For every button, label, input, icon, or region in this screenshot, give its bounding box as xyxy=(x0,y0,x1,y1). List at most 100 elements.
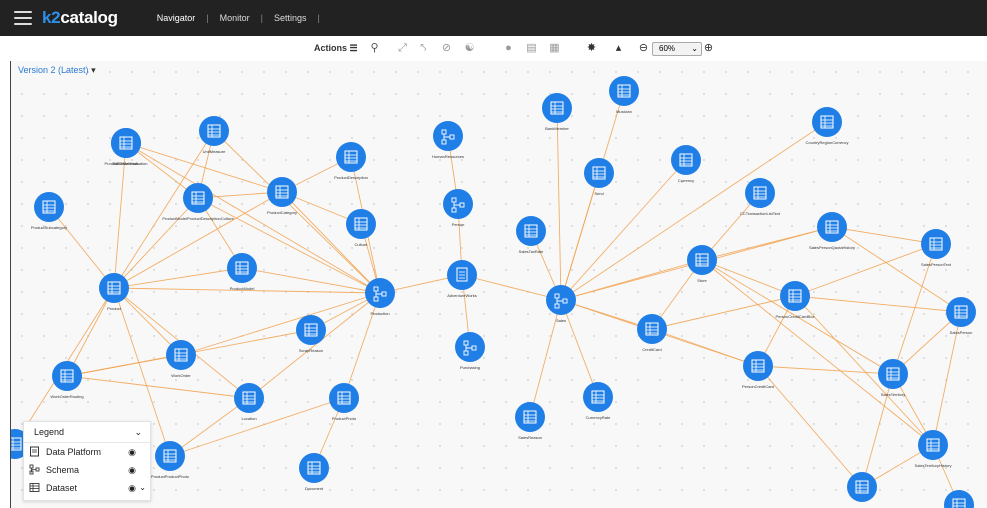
schema-node-circle[interactable] xyxy=(455,332,485,362)
graph-node-currency[interactable]: Currency xyxy=(671,145,701,183)
graph-node-send[interactable]: Send xyxy=(584,158,614,196)
dataset-node-circle[interactable] xyxy=(267,177,297,207)
schema-node-circle[interactable] xyxy=(443,189,473,219)
graph-node-salesreason[interactable]: SalesReason xyxy=(515,402,545,440)
export-icon[interactable]: ▴ xyxy=(612,42,625,55)
graph-node-workorder[interactable]: WorkOrder xyxy=(166,340,196,378)
graph-node-salesterritory[interactable]: SalesTerritory xyxy=(878,359,908,397)
graph-node-culture[interactable]: Culture xyxy=(346,209,376,247)
dataset-node-circle[interactable] xyxy=(584,158,614,188)
dataset-node-circle[interactable] xyxy=(780,281,810,311)
graph-node-productmodel[interactable]: ProductModel xyxy=(227,253,257,291)
graph-node-productmodelillustration[interactable]: ProductModelIllustration xyxy=(105,128,148,166)
dataset-node-circle[interactable] xyxy=(515,402,545,432)
dataset-node-circle[interactable] xyxy=(234,383,264,413)
dataset-node-circle[interactable] xyxy=(199,116,229,146)
graph-node-salesperson[interactable]: SalesPerson xyxy=(946,297,976,335)
graph-node-productphoto[interactable]: ProductPhoto xyxy=(329,383,359,421)
graph-node-bottomright1[interactable] xyxy=(847,472,877,502)
dataset-node-circle[interactable] xyxy=(637,314,667,344)
nav-navigator[interactable]: Navigator xyxy=(146,13,207,23)
search-icon[interactable]: ⚲ xyxy=(368,42,381,55)
dataset-node-circle[interactable] xyxy=(166,340,196,370)
version-selector[interactable]: Version 2 (Latest) ▾ xyxy=(18,65,96,76)
graph-node-productmodelproductdescriptionculture[interactable]: ProductModelProductDescriptionCulture xyxy=(162,183,234,221)
graph-node-productcategory[interactable]: ProductCategory xyxy=(267,177,297,215)
network-layout-icon[interactable]: ✸ xyxy=(585,42,598,55)
schema-node-circle[interactable] xyxy=(365,278,395,308)
dataset-node-circle[interactable] xyxy=(583,382,613,412)
dataset-node-circle[interactable] xyxy=(346,209,376,239)
graph-node-productdescription[interactable]: ProductDescription xyxy=(334,142,368,180)
graph-node-purchasing[interactable]: Purchasing xyxy=(455,332,485,370)
eye-icon[interactable]: ◉ xyxy=(128,443,136,461)
eye-icon[interactable]: ◉ xyxy=(128,461,136,479)
graph-node-adventureworks[interactable]: AdventureWorks xyxy=(447,260,477,298)
graph-node-personcreditcardbox[interactable]: PersonCreditCardBox xyxy=(776,281,815,319)
graph-node-productsubcategory[interactable]: ProductSubcategory xyxy=(31,192,67,230)
dataset-node-circle[interactable] xyxy=(743,351,773,381)
dataset-node-circle[interactable] xyxy=(812,107,842,137)
chart-icon[interactable]: ▤ xyxy=(525,42,538,55)
dataset-node-circle[interactable] xyxy=(34,192,64,222)
graph-node-creditcard[interactable]: CreditCard xyxy=(637,314,667,352)
dataset-node-circle[interactable] xyxy=(183,183,213,213)
dataset-node-circle[interactable] xyxy=(299,453,329,483)
graph-node-productproductphoto[interactable]: ProductProductPhoto xyxy=(151,441,190,479)
graph-node-salespersontext[interactable]: SalesPersonText xyxy=(921,229,952,267)
nav-settings[interactable]: Settings xyxy=(263,13,318,23)
graph-canvas[interactable]: BillOfMaterials ProductModelIllustration U… xyxy=(10,61,987,508)
graph-node-person[interactable]: Person xyxy=(443,189,473,227)
graph-node-document[interactable]: Document xyxy=(299,453,329,491)
legend-header[interactable]: Legend ⌄ xyxy=(24,422,150,443)
dataset-node-circle[interactable] xyxy=(918,430,948,460)
schema-node-circle[interactable] xyxy=(546,285,576,315)
dataset-node-circle[interactable] xyxy=(516,216,546,246)
dataset-node-circle[interactable] xyxy=(296,315,326,345)
dataset-node-circle[interactable] xyxy=(847,472,877,502)
dataset-node-circle[interactable] xyxy=(817,212,847,242)
graph-node-production[interactable]: Production xyxy=(365,278,395,316)
lineage-graph[interactable]: BillOfMaterialsProductModelIllustrationU… xyxy=(11,61,987,508)
dataset-node-circle[interactable] xyxy=(111,128,141,158)
zoom-in-icon[interactable]: ⊕ xyxy=(702,42,715,55)
dataset-node-circle[interactable] xyxy=(542,93,572,123)
graph-node-unitmeasure[interactable]: UnitMeasure xyxy=(199,116,229,154)
chevron-down-icon[interactable]: ⌄ xyxy=(139,479,146,497)
graph-node-bottomright2[interactable] xyxy=(944,490,974,508)
graph-node-countryregioncurrency[interactable]: CountryRegionCurrency xyxy=(806,107,849,145)
graph-node-cctransactionlisttext[interactable]: CCTransactionListText xyxy=(740,178,781,216)
hide-icon[interactable]: ⊘ xyxy=(440,42,453,55)
graph-node-salestaxrate[interactable]: SalesTaxRate xyxy=(516,216,546,254)
graph-node-musician[interactable]: Musician xyxy=(609,76,639,114)
schema-node-circle[interactable] xyxy=(433,121,463,151)
graph-node-bankmember[interactable]: BankMember xyxy=(542,93,572,131)
dataset-node-circle[interactable] xyxy=(329,383,359,413)
dataset-node-circle[interactable] xyxy=(99,273,129,303)
chevron-down-icon[interactable]: ⌄ xyxy=(134,422,142,442)
binoculars-icon[interactable]: ● xyxy=(502,42,515,55)
zoom-select[interactable]: 60% ⌄ xyxy=(652,42,702,56)
dataset-node-circle[interactable] xyxy=(52,361,82,391)
expand-icon[interactable]: ⤢ xyxy=(396,42,409,55)
actions-menu-button[interactable]: Actions ☰ xyxy=(314,43,358,54)
app-logo[interactable]: k2catalog xyxy=(42,8,118,28)
eye-icon[interactable]: ◉ xyxy=(128,479,136,497)
dataset-node-circle[interactable] xyxy=(687,245,717,275)
graph-node-workorderrouting[interactable]: WorkOrderRouting xyxy=(50,361,84,399)
dataset-node-circle[interactable] xyxy=(227,253,257,283)
dataset-node-circle[interactable] xyxy=(921,229,951,259)
graph-node-humanresources[interactable]: HumanResources xyxy=(432,121,464,159)
graph-node-location[interactable]: Location xyxy=(234,383,264,421)
graph-node-scrapreason[interactable]: ScrapReason xyxy=(296,315,326,353)
dataset-node-circle[interactable] xyxy=(946,297,976,327)
dataset-node-circle[interactable] xyxy=(878,359,908,389)
hierarchy-icon[interactable]: ☯ xyxy=(463,42,476,55)
graph-node-currencyrate[interactable]: CurrencyRate xyxy=(583,382,613,420)
graph-node-personcreditcard[interactable]: PersonCreditCard xyxy=(742,351,774,389)
dataset-node-circle[interactable] xyxy=(671,145,701,175)
dataset-node-circle[interactable] xyxy=(609,76,639,106)
dataset-node-circle[interactable] xyxy=(745,178,775,208)
graph-node-sales[interactable]: Sales xyxy=(546,285,576,323)
zoom-out-icon[interactable]: ⊖ xyxy=(637,42,650,55)
